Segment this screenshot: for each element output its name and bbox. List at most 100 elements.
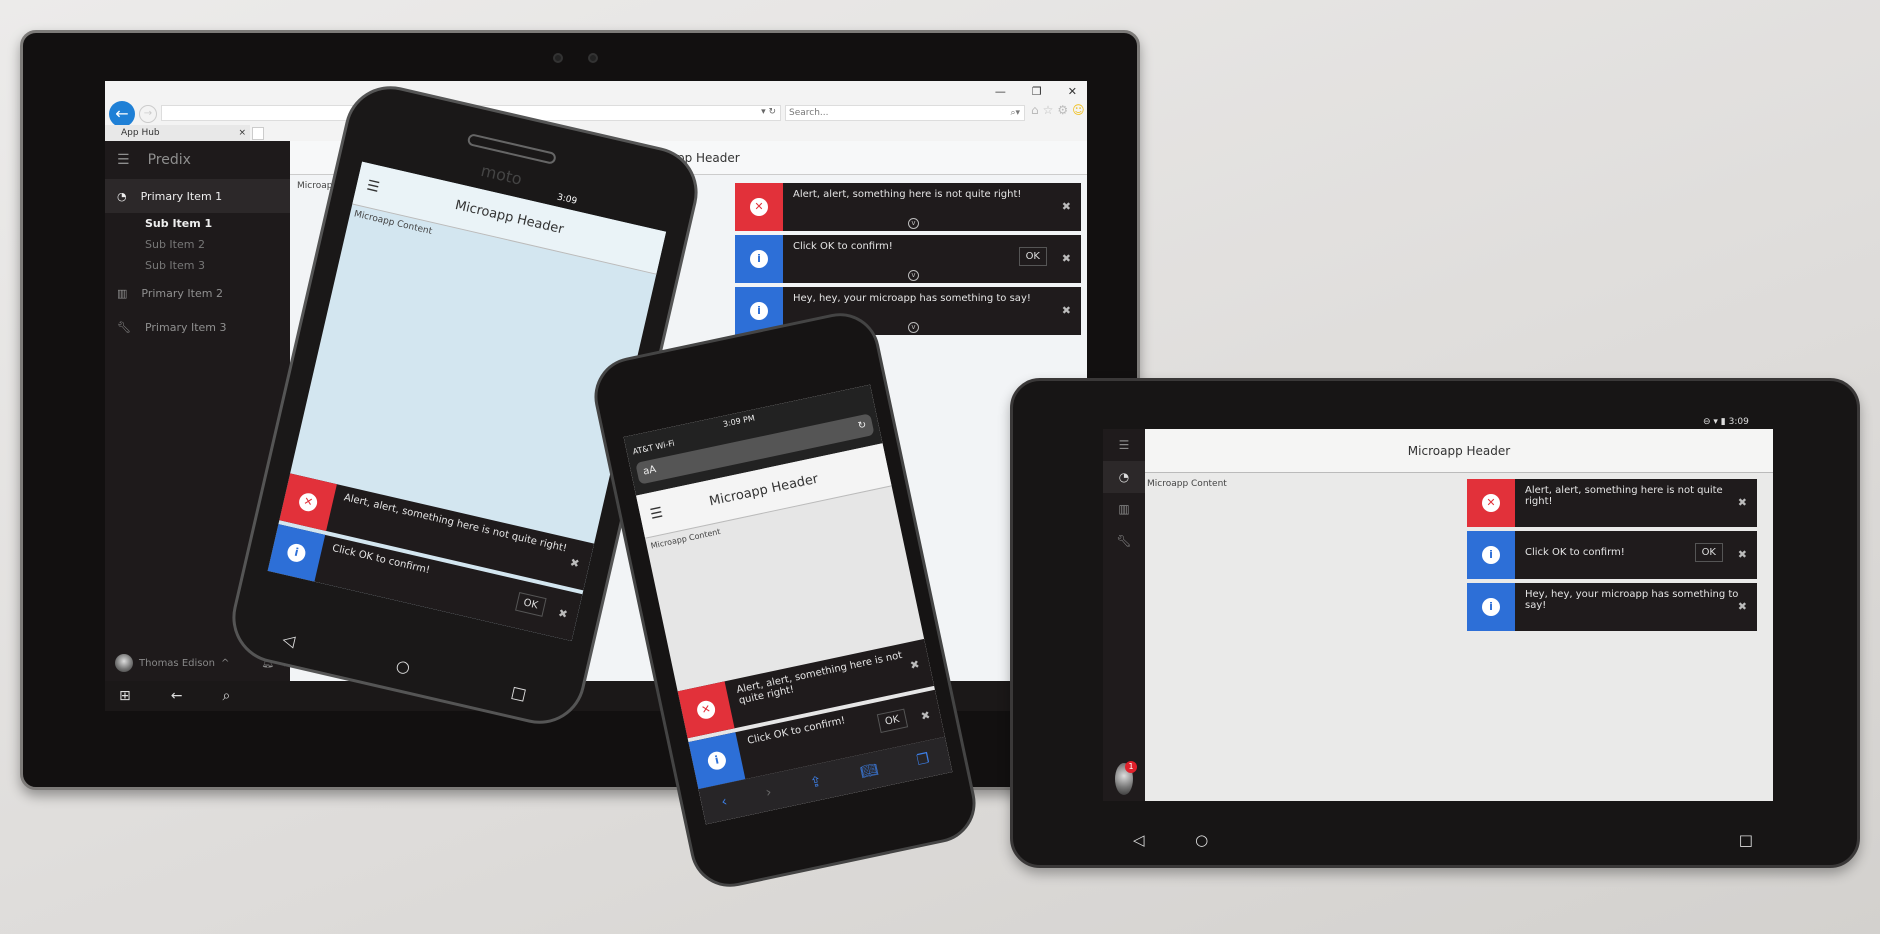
info-icon: i bbox=[1467, 531, 1515, 579]
brand-label: Predix bbox=[147, 152, 191, 168]
forward-icon[interactable]: › bbox=[764, 784, 773, 801]
alert-stack: ✕ Alert, alert, something here is not qui… bbox=[1467, 479, 1757, 631]
smiley-icon[interactable]: ☺ bbox=[1072, 103, 1085, 117]
chart-icon: ▥ bbox=[117, 286, 128, 300]
minimize-button[interactable]: — bbox=[995, 85, 1006, 98]
hamburger-icon[interactable]: ☰ bbox=[1103, 429, 1145, 461]
wrench-icon[interactable]: 🔧︎ bbox=[1103, 525, 1145, 557]
alert-stack: ✕ Alert, alert, something here is not qui… bbox=[735, 183, 1081, 335]
nexus-screen: ☰ ◔ ▥ 🔧︎ 1 Microapp Header Microapp Cont… bbox=[1103, 429, 1773, 801]
close-window-button[interactable]: ✕ bbox=[1068, 85, 1077, 98]
chevron-down-icon[interactable]: v bbox=[908, 322, 919, 333]
sidebar-item-primary-1[interactable]: ◔ Primary Item 1 bbox=[105, 179, 290, 213]
alert-info: i Hey, hey, your microapp has something t… bbox=[1467, 583, 1757, 631]
close-icon[interactable]: ✖ bbox=[1738, 600, 1747, 613]
sidebar-subitem-3[interactable]: Sub Item 3 bbox=[105, 255, 290, 276]
phone-brand: moto bbox=[479, 160, 524, 189]
back-icon[interactable]: ◁ bbox=[281, 629, 297, 650]
chart-icon[interactable]: ▥ bbox=[1103, 493, 1145, 525]
dashboard-icon: ◔ bbox=[117, 189, 127, 203]
chevron-up-icon[interactable]: ^ bbox=[221, 658, 229, 669]
hamburger-icon[interactable]: ☰ bbox=[646, 491, 667, 537]
header-title: Microapp Header bbox=[1407, 444, 1511, 458]
alert-message: Hey, hey, your microapp has something to… bbox=[1525, 589, 1739, 611]
item-label: Primary Item 3 bbox=[144, 320, 227, 334]
reload-icon[interactable]: ↻ bbox=[857, 419, 867, 432]
close-icon[interactable]: ✖ bbox=[1738, 548, 1747, 561]
dashboard-icon[interactable]: ◔ bbox=[1103, 461, 1145, 493]
status-time: 3:09 bbox=[555, 192, 578, 207]
close-tab-icon[interactable]: × bbox=[238, 125, 246, 141]
search-icon[interactable]: ⌕ bbox=[222, 688, 230, 704]
sidebar-brand: ☰ Predix bbox=[105, 141, 290, 179]
sidebar-item-primary-3[interactable]: 🔧︎ Primary Item 3 bbox=[105, 310, 290, 344]
browser-tab[interactable]: App Hub × bbox=[105, 125, 250, 141]
restore-button[interactable]: ❐ bbox=[1032, 85, 1042, 98]
close-icon[interactable]: ✖ bbox=[1062, 200, 1071, 213]
search-placeholder: Search... bbox=[789, 108, 829, 118]
refresh-icon[interactable]: ▾ ↻ bbox=[761, 107, 776, 117]
ok-button[interactable]: OK bbox=[1694, 543, 1723, 562]
gear-icon[interactable]: ⚙ bbox=[1057, 103, 1068, 117]
microapp-header: Microapp Header bbox=[1145, 429, 1773, 473]
error-icon: ✕ bbox=[1467, 479, 1515, 527]
home-icon[interactable]: ○ bbox=[1195, 831, 1208, 849]
alert-error: ✕ Alert, alert, something here is not qui… bbox=[735, 183, 1081, 231]
status-time: 3:09 bbox=[1728, 417, 1749, 427]
sidebar-item-primary-2[interactable]: ▥ Primary Item 2 bbox=[105, 276, 290, 310]
user-avatar[interactable]: 1 bbox=[1103, 761, 1145, 795]
collapsed-sidebar: ☰ ◔ ▥ 🔧︎ 1 bbox=[1103, 429, 1145, 801]
sidebar-subitem-2[interactable]: Sub Item 2 bbox=[105, 234, 290, 255]
alert-confirm: i Click OK to confirm! OK ✖ v bbox=[735, 235, 1081, 283]
search-input[interactable]: Search... ⌕▾ bbox=[785, 105, 1025, 121]
home-icon[interactable]: ○ bbox=[394, 655, 412, 677]
close-icon[interactable]: ✖ bbox=[1062, 252, 1071, 265]
back-button[interactable]: ← bbox=[109, 101, 135, 127]
wrench-icon: 🔧︎ bbox=[117, 320, 131, 334]
status-bar: ⊖ ▾ ▮ 3:09 bbox=[1703, 417, 1749, 427]
item-label: Primary Item 1 bbox=[140, 189, 223, 203]
speaker bbox=[466, 132, 557, 165]
recents-icon[interactable]: □ bbox=[509, 682, 528, 704]
alert-error: ✕ Alert, alert, something here is not qui… bbox=[1467, 479, 1757, 527]
text-size-button[interactable]: aA bbox=[642, 464, 657, 477]
forward-button[interactable]: → bbox=[139, 105, 157, 123]
hamburger-icon[interactable]: ☰ bbox=[362, 164, 384, 210]
alert-stack: ✕ Alert, alert, something here is not qui… bbox=[267, 473, 595, 642]
android-tablet: ☰ ◔ ▥ 🔧︎ 1 Microapp Header Microapp Cont… bbox=[1010, 378, 1860, 868]
close-icon[interactable]: ✖ bbox=[1062, 304, 1071, 317]
info-icon: i bbox=[735, 235, 783, 283]
alert-message: Alert, alert, something here is not quit… bbox=[1525, 485, 1723, 507]
hamburger-icon[interactable]: ☰ bbox=[117, 152, 130, 168]
new-tab-button[interactable] bbox=[252, 127, 264, 140]
header-title: Microapp Header bbox=[453, 197, 566, 238]
alert-message: Alert, alert, something here is not quit… bbox=[793, 189, 1022, 200]
search-icon[interactable]: ⌕▾ bbox=[1010, 106, 1020, 120]
back-icon[interactable]: ‹ bbox=[720, 794, 729, 811]
microapp-content: Microapp Content bbox=[1147, 479, 1227, 489]
close-icon[interactable]: ✖ bbox=[1738, 496, 1747, 509]
avatar[interactable] bbox=[115, 654, 133, 672]
back-icon[interactable]: ◁ bbox=[1133, 831, 1145, 849]
item-label: Primary Item 2 bbox=[141, 286, 223, 300]
error-icon: ✕ bbox=[735, 183, 783, 231]
header-title: Microapp Header bbox=[707, 471, 820, 510]
carrier-label: AT&T Wi-Fi bbox=[631, 438, 676, 457]
notification-badge: 1 bbox=[1125, 761, 1137, 773]
back-arrow-icon[interactable]: ← bbox=[171, 688, 183, 704]
chevron-down-icon[interactable]: v bbox=[908, 270, 919, 281]
chevron-down-icon[interactable]: v bbox=[908, 218, 919, 229]
windows-start-icon[interactable]: ⊞ bbox=[119, 688, 131, 704]
star-icon[interactable]: ☆ bbox=[1043, 103, 1054, 117]
recents-icon[interactable]: □ bbox=[1739, 831, 1753, 849]
alert-confirm: i Click OK to confirm! OK ✖ bbox=[1467, 531, 1757, 579]
share-icon[interactable]: ⇪ bbox=[809, 773, 824, 791]
sidebar-subitem-1[interactable]: Sub Item 1 bbox=[105, 213, 290, 234]
bookmarks-icon[interactable]: 📖︎ bbox=[859, 762, 880, 781]
ok-button[interactable]: OK bbox=[1018, 247, 1047, 266]
window-controls: — ❐ ✕ bbox=[995, 85, 1077, 98]
home-icon[interactable]: ⌂ bbox=[1031, 103, 1039, 117]
browser-toolbar: ⌂ ☆ ⚙ ☺ bbox=[1031, 103, 1085, 117]
tabs-icon[interactable]: ❐ bbox=[915, 751, 931, 769]
user-name[interactable]: Thomas Edison bbox=[139, 658, 215, 669]
